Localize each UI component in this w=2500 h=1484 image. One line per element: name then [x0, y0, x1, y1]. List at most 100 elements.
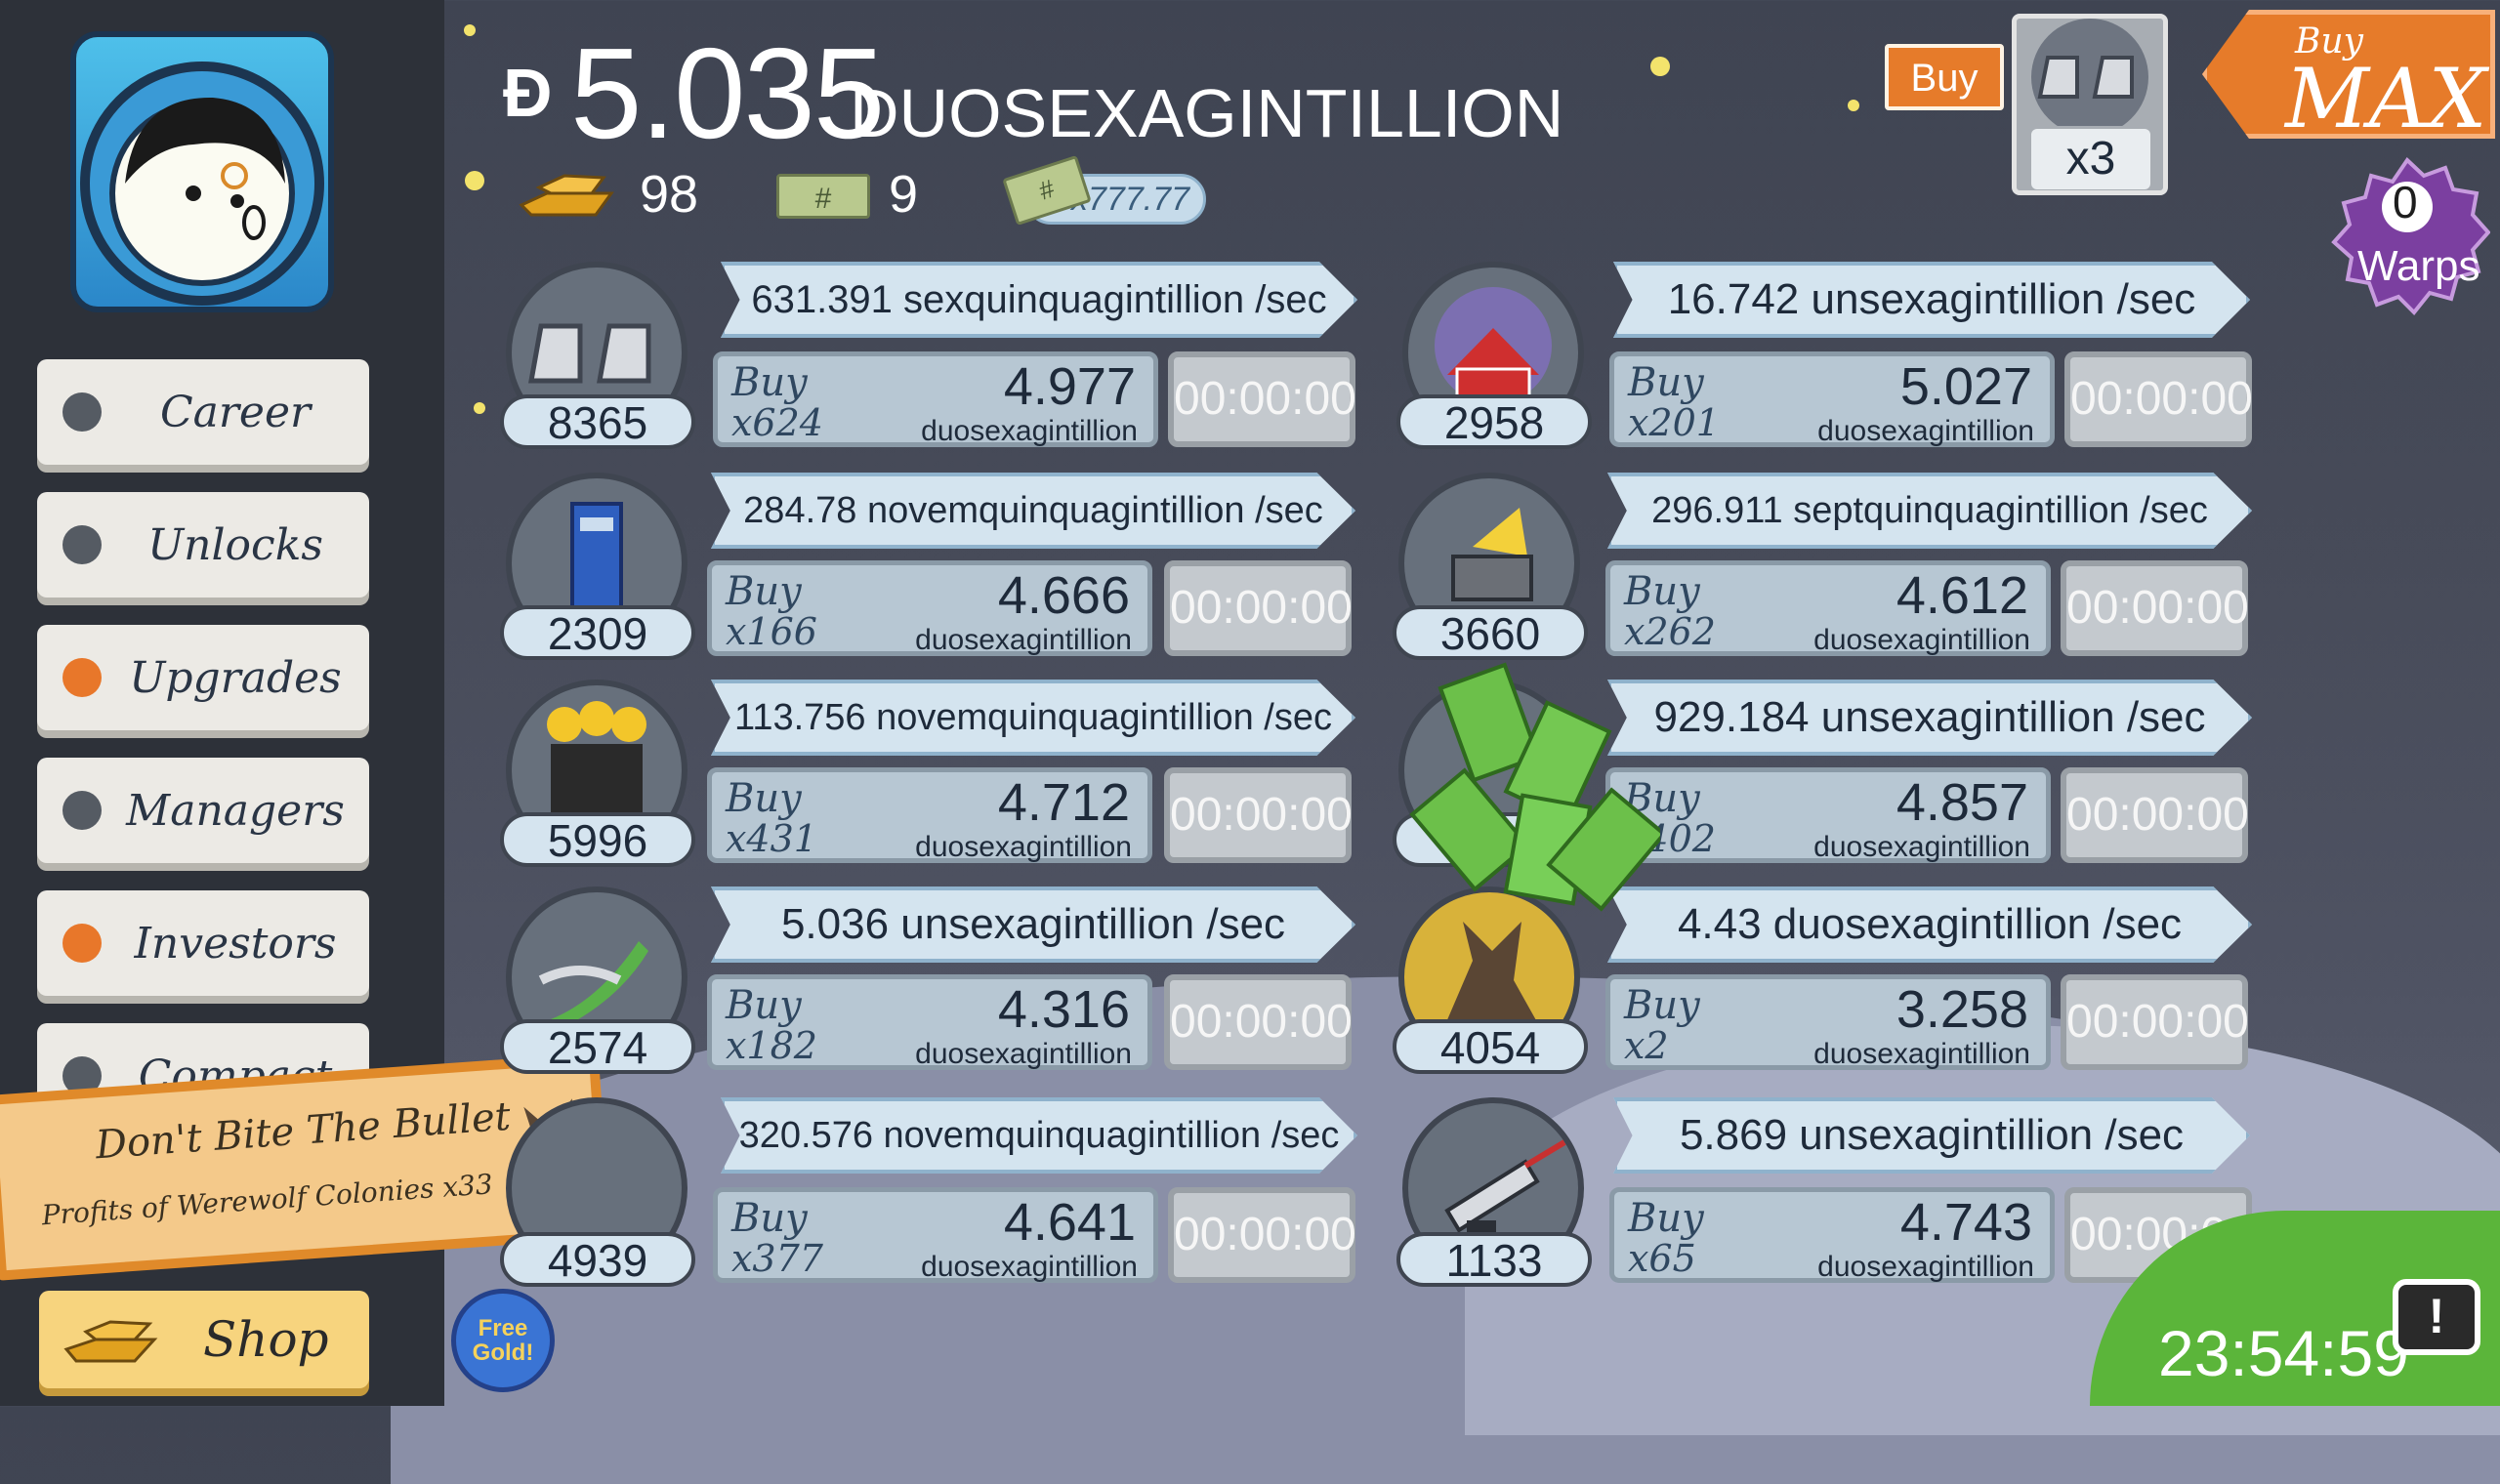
buy-cost-unit: duosexagintillion [915, 624, 1132, 656]
buy-label: Buy [1628, 360, 1704, 405]
buy-label: Buy [726, 776, 802, 821]
buy-business-button[interactable]: Buy x624 4.977 duosexagintillion [713, 351, 1158, 447]
business-timer: 00:00:00 [2061, 560, 2249, 656]
business-count: 5996 [500, 812, 695, 867]
nav-label: Managers [126, 785, 345, 836]
nav-label: Upgrades [129, 652, 342, 703]
nav-indicator [62, 525, 102, 564]
revenue-bar[interactable]: 16.742 unsexagintillion /sec [1613, 262, 2250, 338]
revenue-bar[interactable]: 284.78 novemquinquagintillion /sec [711, 473, 1355, 549]
buy-business-button[interactable]: Buy x377 4.641 duosexagintillion [713, 1187, 1158, 1283]
buy-label: Buy [1624, 569, 1700, 614]
buy-cost: 5.027 [1899, 357, 2032, 416]
buy-quantity: x166 [726, 610, 817, 653]
buy-business-button[interactable]: Buy x402 4.857 duosexagintillion [1605, 767, 2051, 863]
buy-business-button[interactable]: Buy x262 4.612 duosexagintillion [1605, 560, 2051, 656]
buy-cost-unit: duosexagintillion [915, 831, 1132, 863]
event-timer: 23:54:59 [2158, 1317, 2409, 1389]
nav-career-button[interactable]: Career [37, 359, 369, 465]
nav-managers-button[interactable]: Managers [37, 758, 369, 863]
buy-max-big-label: MAX [2285, 51, 2487, 146]
nav-label: Unlocks [147, 519, 323, 570]
buy-cost: 4.977 [1003, 357, 1136, 416]
buy-cost-unit: duosexagintillion [1817, 415, 2034, 447]
buy-quantity: x431 [726, 817, 817, 860]
buy-business-button[interactable]: Buy x65 4.743 duosexagintillion [1609, 1187, 2055, 1283]
buy-business-button[interactable]: Buy x2 3.258 duosexagintillion [1605, 974, 2051, 1070]
revenue-bar[interactable]: 5.036 unsexagintillion /sec [711, 886, 1355, 963]
revenue-bar[interactable]: 929.184 unsexagintillion /sec [1607, 680, 2252, 756]
nav-indicator [62, 791, 102, 830]
business-count: 8365 [500, 394, 695, 449]
shop-label: Shop [203, 1311, 329, 1368]
buy-boost-button[interactable]: Buy [1885, 44, 2004, 110]
business-count: 2309 [500, 605, 695, 660]
business-timer: 00:00:00 [2061, 767, 2249, 863]
revenue-bar[interactable]: 113.756 novemquinquagintillion /sec [711, 680, 1355, 756]
buy-cost: 4.612 [1896, 566, 2028, 625]
free-gold-button[interactable]: Free Gold! [451, 1289, 555, 1392]
buy-quantity: x377 [731, 1237, 823, 1280]
nav-indicator [62, 392, 102, 432]
buy-quantity: x262 [1624, 610, 1716, 653]
buy-label: Buy [1628, 1196, 1704, 1241]
buy-cost: 4.712 [997, 773, 1130, 832]
free-gold-label: Free Gold! [472, 1314, 534, 1366]
business-timer: 00:00:00 [2061, 974, 2249, 1070]
buy-quantity: x182 [726, 1024, 817, 1067]
buy-cost: 4.743 [1899, 1193, 2032, 1252]
buy-boost-label: Buy [1910, 57, 1979, 100]
mega-bucks-count: 9 [889, 165, 919, 224]
shop-button[interactable]: Shop [39, 1291, 369, 1388]
tv-icon[interactable]: ! [2393, 1279, 2480, 1355]
revenue-bar[interactable]: 4.43 duosexagintillion /sec [1607, 886, 2252, 963]
buy-quantity: x201 [1628, 401, 1720, 444]
warps-label: Warps [2357, 242, 2480, 290]
buy-business-button[interactable]: Buy x431 4.712 duosexagintillion [707, 767, 1152, 863]
money-value: 5.035 [570, 21, 885, 165]
revenue-bar[interactable]: 5.869 unsexagintillion /sec [1613, 1097, 2250, 1174]
nav-upgrades-button[interactable]: Upgrades [37, 625, 369, 730]
buy-quantity: x624 [731, 401, 823, 444]
revenue-bar[interactable]: 296.911 septquinquagintillion /sec [1607, 473, 2252, 549]
tv-alert-glyph: ! [2428, 1289, 2445, 1343]
business-timer: 00:00:00 [1168, 351, 1356, 447]
business-count: 3660 [1393, 605, 1588, 660]
revenue-bar[interactable]: 320.576 novemquinquagintillion /sec [721, 1097, 1357, 1174]
star-decoration [1848, 100, 1859, 111]
business-timer: 00:00:00 [1164, 767, 1353, 863]
nav-investors-button[interactable]: Investors [37, 890, 369, 996]
buy-cost-unit: duosexagintillion [915, 1038, 1132, 1070]
player-avatar[interactable] [70, 31, 334, 312]
buy-business-button[interactable]: Buy x201 5.027 duosexagintillion [1609, 351, 2055, 447]
nav-alert-indicator [62, 658, 102, 697]
buy-cost: 4.857 [1896, 773, 2028, 832]
star-decoration [465, 171, 484, 190]
buy-label: Buy [1624, 983, 1700, 1028]
buy-label: Buy [731, 1196, 808, 1241]
cash-burst-icon [1409, 662, 1660, 912]
warps-button[interactable]: 0 Warps [2324, 156, 2491, 322]
business-count: 4054 [1393, 1019, 1588, 1074]
business-timer: 00:00:00 [1164, 974, 1353, 1070]
banner-title: Don't Bite The Bullet [94, 1093, 513, 1169]
revenue-bar[interactable]: 631.391 sexquinquagintillion /sec [721, 262, 1357, 338]
buy-cost: 3.258 [1896, 980, 2028, 1039]
nav-unlocks-button[interactable]: Unlocks [37, 492, 369, 598]
boost-count: x3 [2031, 129, 2150, 189]
buy-cost-unit: duosexagintillion [1813, 1038, 2030, 1070]
buy-business-button[interactable]: Buy x182 4.316 duosexagintillion [707, 974, 1152, 1070]
business-timer: 00:00:00 [1168, 1187, 1356, 1283]
buy-cost: 4.641 [1003, 1193, 1136, 1252]
business-count: 1133 [1396, 1232, 1592, 1287]
buy-label: Buy [731, 360, 808, 405]
business-count: 4939 [500, 1232, 695, 1287]
buy-business-button[interactable]: Buy x166 4.666 duosexagintillion [707, 560, 1152, 656]
nav-label: Career [159, 387, 312, 437]
star-decoration [464, 24, 476, 36]
buy-cost-unit: duosexagintillion [921, 415, 1138, 447]
buy-cost: 4.666 [997, 566, 1130, 625]
currency-symbol: Ð [503, 55, 553, 131]
buy-label: Buy [726, 569, 802, 614]
buy-quantity: x65 [1628, 1237, 1696, 1280]
